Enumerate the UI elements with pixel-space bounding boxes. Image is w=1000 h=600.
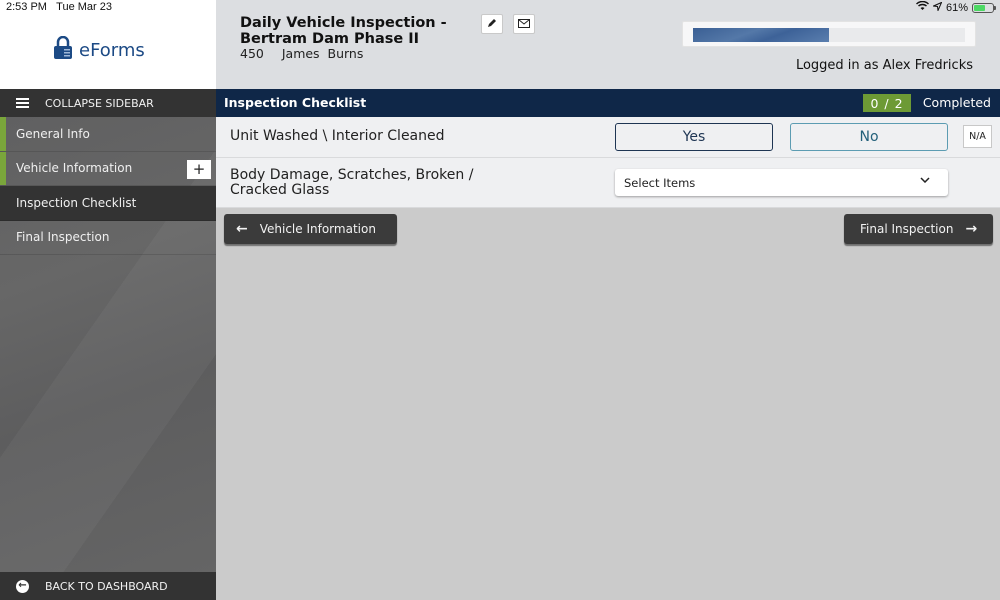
- section-header: Inspection Checklist 0 / 2 Completed: [216, 89, 1000, 117]
- back-to-dashboard-label: BACK TO DASHBOARD: [45, 579, 168, 593]
- select-items-dropdown[interactable]: Select Items: [615, 169, 948, 196]
- eforms-logo: eForms: [53, 35, 145, 64]
- form-subtitle: 450 James Burns: [240, 46, 377, 61]
- edit-button[interactable]: [481, 14, 503, 34]
- location-icon: [931, 1, 943, 14]
- arrow-left-icon: ←: [236, 221, 248, 237]
- progress-fill: [693, 28, 829, 42]
- date: Tue Mar 23: [56, 1, 112, 13]
- sidebar-item-label: Final Inspection: [16, 230, 110, 245]
- chevron-down-icon: [920, 175, 930, 186]
- question-label: Body Damage, Scratches, Broken / Cracked…: [230, 167, 474, 198]
- previous-section-label: Vehicle Information: [259, 222, 376, 236]
- email-button[interactable]: [513, 14, 535, 34]
- sidebar-item-label: Inspection Checklist: [16, 195, 137, 210]
- select-placeholder: Select Items: [624, 175, 696, 190]
- no-button[interactable]: No: [790, 123, 948, 151]
- arrow-right-icon: →: [965, 221, 978, 237]
- back-to-dashboard-button[interactable]: ← BACK TO DASHBOARD: [0, 572, 216, 600]
- question-row: Unit Washed \ Interior Cleaned Yes No N/…: [216, 117, 1000, 158]
- pencil-icon: [487, 18, 497, 31]
- next-section-label: Final Inspection: [860, 222, 954, 236]
- na-button[interactable]: N/A: [963, 125, 992, 148]
- sidebar-item-label: General Info: [16, 126, 90, 141]
- yes-button[interactable]: Yes: [615, 123, 773, 151]
- progress-track: [693, 28, 965, 42]
- sidebar-item-label: Vehicle Information: [16, 161, 133, 176]
- battery-charging-icon: [972, 2, 996, 13]
- completion-count-badge: 0 / 2: [863, 94, 911, 112]
- collapse-sidebar-button[interactable]: COLLAPSE SIDEBAR: [0, 89, 216, 117]
- status-time: 2:53 PM Tue Mar 23: [6, 1, 112, 13]
- logged-in-label: Logged in as Alex Fredricks: [795, 58, 973, 73]
- clock: 2:53 PM: [6, 1, 47, 13]
- sidebar-item-inspection-checklist[interactable]: Inspection Checklist: [0, 186, 216, 221]
- padlock-icon: [53, 35, 73, 64]
- logo-text: eForms: [79, 39, 145, 61]
- sidebar-item-general-info[interactable]: General Info: [0, 117, 216, 152]
- header: Daily Vehicle Inspection - Bertram Dam P…: [216, 0, 1000, 89]
- collapse-sidebar-label: COLLAPSE SIDEBAR: [45, 96, 154, 110]
- battery-percent: 61%: [945, 1, 968, 14]
- back-arrow-icon: ←: [16, 579, 29, 593]
- status-indicators: 61%: [915, 0, 996, 14]
- envelope-icon: [518, 18, 530, 31]
- section-title: Inspection Checklist: [224, 95, 367, 110]
- employee-name: James Burns: [281, 46, 364, 61]
- sidebar: COLLAPSE SIDEBAR General Info Vehicle In…: [0, 89, 216, 600]
- completed-label: Completed: [922, 95, 991, 110]
- wifi-icon: [915, 0, 929, 14]
- form-progress: [682, 21, 976, 47]
- question-label: Unit Washed \ Interior Cleaned: [230, 128, 445, 144]
- next-section-button[interactable]: Final Inspection →: [844, 214, 993, 244]
- form-title: Daily Vehicle Inspection - Bertram Dam P…: [240, 15, 447, 47]
- sidebar-item-final-inspection[interactable]: Final Inspection: [0, 221, 216, 255]
- hamburger-icon: [16, 98, 29, 108]
- logo-area: eForms: [0, 0, 216, 89]
- add-vehicle-info-button[interactable]: +: [187, 159, 211, 179]
- unit-number: 450: [240, 46, 264, 61]
- previous-section-button[interactable]: ← Vehicle Information: [224, 214, 397, 244]
- sidebar-item-vehicle-information[interactable]: Vehicle Information +: [0, 151, 216, 186]
- question-row: Body Damage, Scratches, Broken / Cracked…: [216, 158, 1000, 208]
